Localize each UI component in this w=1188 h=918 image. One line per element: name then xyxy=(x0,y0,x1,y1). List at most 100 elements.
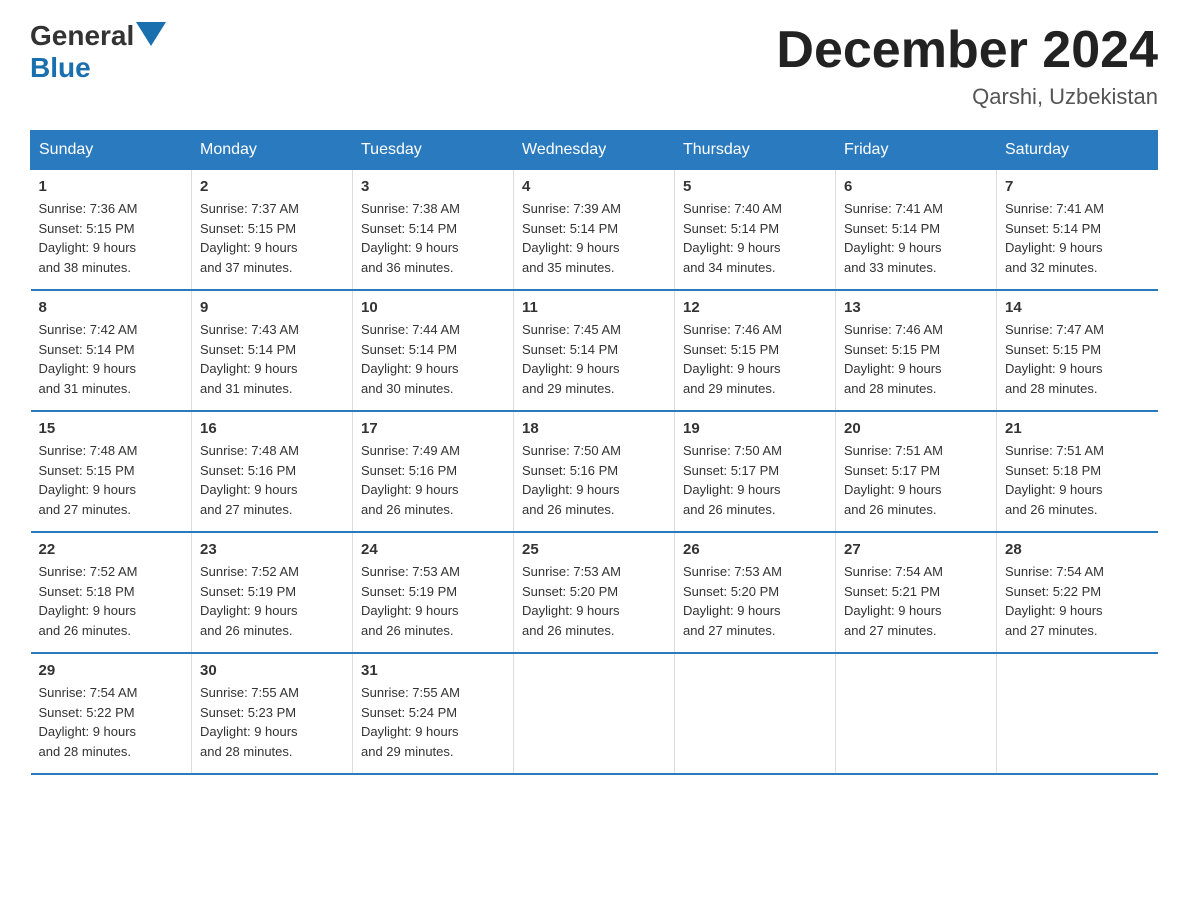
sunrise-label: Sunrise: 7:46 AM xyxy=(844,322,943,337)
day-number: 18 xyxy=(522,420,666,437)
sunset-label: Sunset: 5:15 PM xyxy=(844,342,940,357)
header-tuesday: Tuesday xyxy=(353,131,514,170)
header-saturday: Saturday xyxy=(997,131,1158,170)
day-number: 24 xyxy=(361,541,505,558)
day-number: 8 xyxy=(39,299,184,316)
daylight-minutes: and 27 minutes. xyxy=(844,623,937,638)
day-info: Sunrise: 7:38 AM Sunset: 5:14 PM Dayligh… xyxy=(361,199,505,277)
month-title: December 2024 xyxy=(776,20,1158,80)
day-number: 1 xyxy=(39,178,184,195)
daylight-label: Daylight: 9 hours xyxy=(200,240,298,255)
day-number: 29 xyxy=(39,662,184,679)
day-info: Sunrise: 7:44 AM Sunset: 5:14 PM Dayligh… xyxy=(361,320,505,398)
daylight-label: Daylight: 9 hours xyxy=(361,240,459,255)
table-row: 30 Sunrise: 7:55 AM Sunset: 5:23 PM Dayl… xyxy=(192,653,353,774)
day-info: Sunrise: 7:51 AM Sunset: 5:17 PM Dayligh… xyxy=(844,441,988,519)
daylight-minutes: and 26 minutes. xyxy=(361,502,454,517)
day-number: 13 xyxy=(844,299,988,316)
daylight-label: Daylight: 9 hours xyxy=(200,603,298,618)
calendar-table: Sunday Monday Tuesday Wednesday Thursday… xyxy=(30,130,1158,775)
sunrise-label: Sunrise: 7:50 AM xyxy=(522,443,621,458)
table-row: 22 Sunrise: 7:52 AM Sunset: 5:18 PM Dayl… xyxy=(31,532,192,653)
sunset-label: Sunset: 5:14 PM xyxy=(844,221,940,236)
sunset-label: Sunset: 5:14 PM xyxy=(361,342,457,357)
day-info: Sunrise: 7:46 AM Sunset: 5:15 PM Dayligh… xyxy=(844,320,988,398)
sunrise-label: Sunrise: 7:46 AM xyxy=(683,322,782,337)
daylight-minutes: and 26 minutes. xyxy=(844,502,937,517)
header-friday: Friday xyxy=(836,131,997,170)
sunset-label: Sunset: 5:14 PM xyxy=(522,221,618,236)
daylight-minutes: and 26 minutes. xyxy=(522,502,615,517)
sunrise-label: Sunrise: 7:44 AM xyxy=(361,322,460,337)
sunset-label: Sunset: 5:23 PM xyxy=(200,705,296,720)
day-number: 14 xyxy=(1005,299,1150,316)
day-number: 6 xyxy=(844,178,988,195)
daylight-label: Daylight: 9 hours xyxy=(39,361,137,376)
sunset-label: Sunset: 5:15 PM xyxy=(39,463,135,478)
day-info: Sunrise: 7:37 AM Sunset: 5:15 PM Dayligh… xyxy=(200,199,344,277)
day-info: Sunrise: 7:53 AM Sunset: 5:19 PM Dayligh… xyxy=(361,562,505,640)
sunrise-label: Sunrise: 7:51 AM xyxy=(1005,443,1104,458)
day-info: Sunrise: 7:42 AM Sunset: 5:14 PM Dayligh… xyxy=(39,320,184,398)
daylight-label: Daylight: 9 hours xyxy=(683,603,781,618)
sunset-label: Sunset: 5:17 PM xyxy=(683,463,779,478)
day-info: Sunrise: 7:45 AM Sunset: 5:14 PM Dayligh… xyxy=(522,320,666,398)
sunrise-label: Sunrise: 7:41 AM xyxy=(844,201,943,216)
table-row: 17 Sunrise: 7:49 AM Sunset: 5:16 PM Dayl… xyxy=(353,411,514,532)
daylight-minutes: and 28 minutes. xyxy=(844,381,937,396)
sunrise-label: Sunrise: 7:53 AM xyxy=(683,564,782,579)
daylight-minutes: and 27 minutes. xyxy=(200,502,293,517)
table-row: 13 Sunrise: 7:46 AM Sunset: 5:15 PM Dayl… xyxy=(836,290,997,411)
daylight-minutes: and 26 minutes. xyxy=(1005,502,1098,517)
sunrise-label: Sunrise: 7:55 AM xyxy=(200,685,299,700)
table-row: 4 Sunrise: 7:39 AM Sunset: 5:14 PM Dayli… xyxy=(514,170,675,291)
day-number: 19 xyxy=(683,420,827,437)
sunset-label: Sunset: 5:14 PM xyxy=(361,221,457,236)
daylight-label: Daylight: 9 hours xyxy=(39,240,137,255)
sunset-label: Sunset: 5:15 PM xyxy=(200,221,296,236)
page-header: General Blue December 2024 Qarshi, Uzbek… xyxy=(30,20,1158,110)
daylight-minutes: and 28 minutes. xyxy=(200,744,293,759)
daylight-label: Daylight: 9 hours xyxy=(200,482,298,497)
daylight-minutes: and 27 minutes. xyxy=(1005,623,1098,638)
day-info: Sunrise: 7:52 AM Sunset: 5:19 PM Dayligh… xyxy=(200,562,344,640)
sunset-label: Sunset: 5:18 PM xyxy=(39,584,135,599)
daylight-minutes: and 31 minutes. xyxy=(39,381,132,396)
day-info: Sunrise: 7:40 AM Sunset: 5:14 PM Dayligh… xyxy=(683,199,827,277)
sunset-label: Sunset: 5:14 PM xyxy=(1005,221,1101,236)
table-row: 14 Sunrise: 7:47 AM Sunset: 5:15 PM Dayl… xyxy=(997,290,1158,411)
sunrise-label: Sunrise: 7:47 AM xyxy=(1005,322,1104,337)
logo-blue-text: Blue xyxy=(30,52,91,84)
sunrise-label: Sunrise: 7:38 AM xyxy=(361,201,460,216)
sunset-label: Sunset: 5:16 PM xyxy=(200,463,296,478)
table-row: 12 Sunrise: 7:46 AM Sunset: 5:15 PM Dayl… xyxy=(675,290,836,411)
day-number: 26 xyxy=(683,541,827,558)
day-info: Sunrise: 7:50 AM Sunset: 5:17 PM Dayligh… xyxy=(683,441,827,519)
sunset-label: Sunset: 5:17 PM xyxy=(844,463,940,478)
calendar-header: Sunday Monday Tuesday Wednesday Thursday… xyxy=(31,131,1158,170)
day-number: 12 xyxy=(683,299,827,316)
sunrise-label: Sunrise: 7:53 AM xyxy=(361,564,460,579)
table-row xyxy=(675,653,836,774)
day-info: Sunrise: 7:53 AM Sunset: 5:20 PM Dayligh… xyxy=(683,562,827,640)
table-row: 31 Sunrise: 7:55 AM Sunset: 5:24 PM Dayl… xyxy=(353,653,514,774)
day-number: 4 xyxy=(522,178,666,195)
daylight-label: Daylight: 9 hours xyxy=(844,603,942,618)
day-number: 22 xyxy=(39,541,184,558)
table-row: 16 Sunrise: 7:48 AM Sunset: 5:16 PM Dayl… xyxy=(192,411,353,532)
table-row: 25 Sunrise: 7:53 AM Sunset: 5:20 PM Dayl… xyxy=(514,532,675,653)
daylight-label: Daylight: 9 hours xyxy=(844,240,942,255)
day-info: Sunrise: 7:50 AM Sunset: 5:16 PM Dayligh… xyxy=(522,441,666,519)
table-row: 29 Sunrise: 7:54 AM Sunset: 5:22 PM Dayl… xyxy=(31,653,192,774)
day-number: 11 xyxy=(522,299,666,316)
header-monday: Monday xyxy=(192,131,353,170)
daylight-minutes: and 26 minutes. xyxy=(522,623,615,638)
sunrise-label: Sunrise: 7:54 AM xyxy=(39,685,138,700)
daylight-minutes: and 26 minutes. xyxy=(361,623,454,638)
day-number: 27 xyxy=(844,541,988,558)
daylight-minutes: and 33 minutes. xyxy=(844,260,937,275)
table-row: 26 Sunrise: 7:53 AM Sunset: 5:20 PM Dayl… xyxy=(675,532,836,653)
day-info: Sunrise: 7:48 AM Sunset: 5:16 PM Dayligh… xyxy=(200,441,344,519)
daylight-minutes: and 29 minutes. xyxy=(683,381,776,396)
header-sunday: Sunday xyxy=(31,131,192,170)
